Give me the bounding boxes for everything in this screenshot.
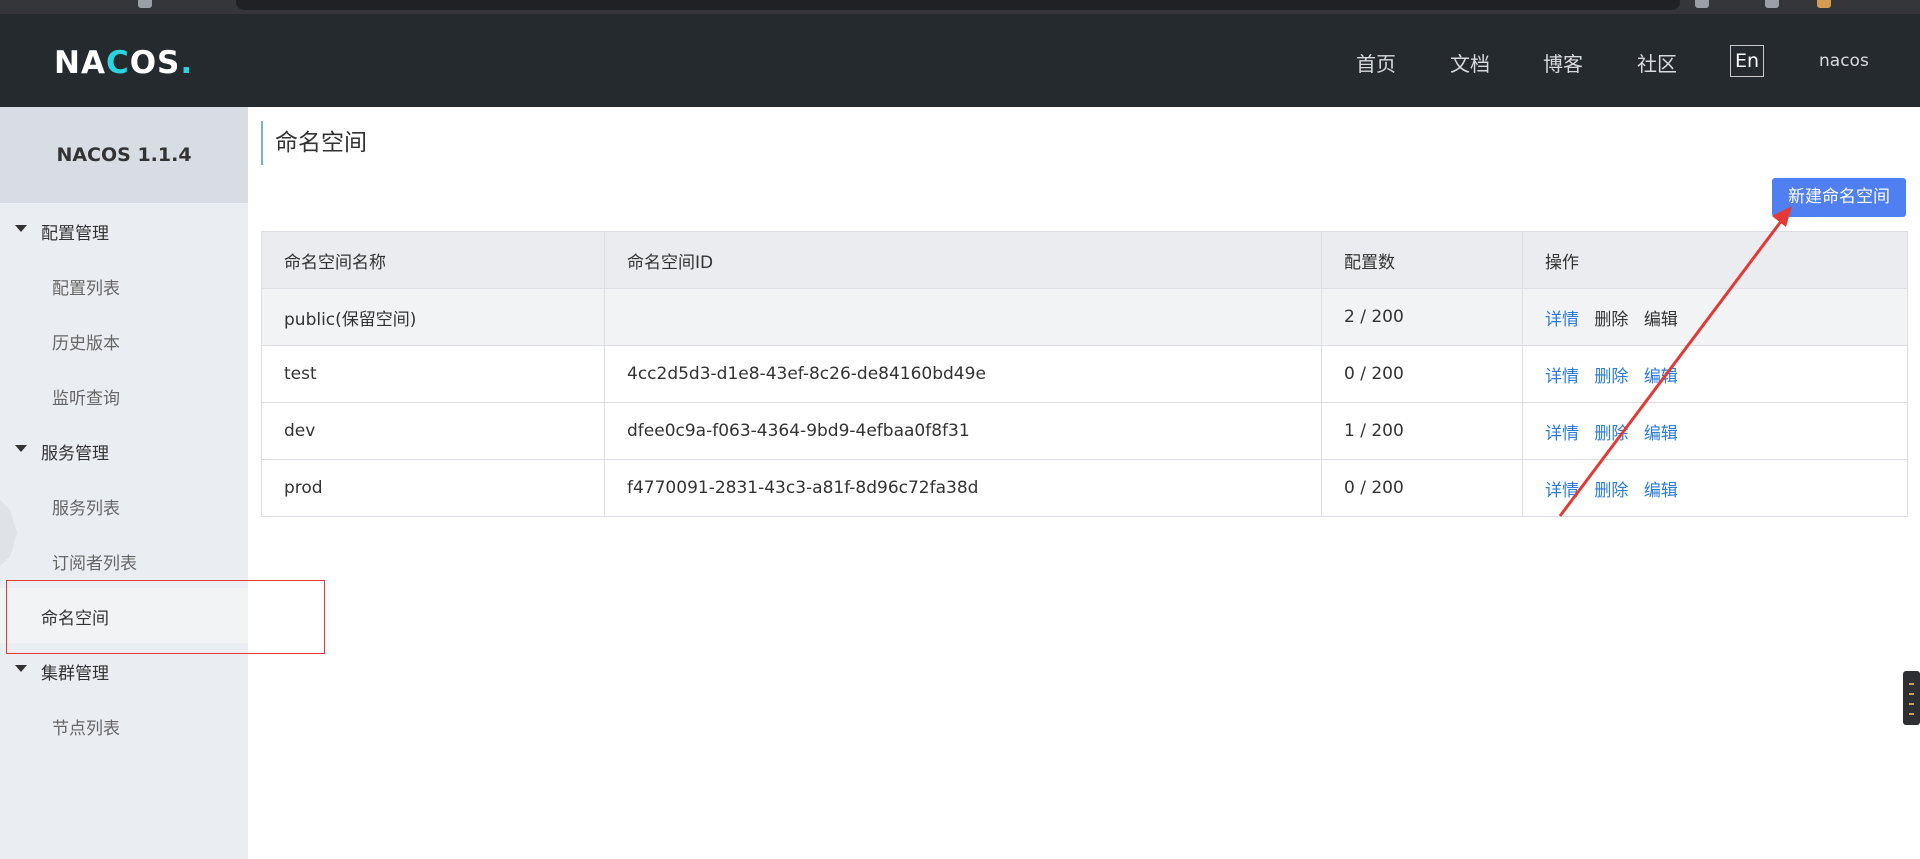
config-count: 0 / 200	[1321, 345, 1523, 403]
logo-text-part3: OS	[129, 45, 181, 81]
sidebar-item-label: 服务列表	[52, 499, 120, 519]
table-header-row: 命名空间名称 命名空间ID 配置数 操作	[261, 231, 1908, 289]
caret-down-icon	[15, 225, 27, 232]
sidebar-item-label: 订阅者列表	[52, 554, 137, 574]
namespace-id	[604, 288, 1322, 346]
nav-home[interactable]: 首页	[1356, 48, 1396, 77]
column-header-count: 配置数	[1321, 231, 1523, 289]
config-count: 0 / 200	[1321, 459, 1523, 517]
sidebar-item-history[interactable]: 历史版本	[0, 313, 248, 368]
namespace-name: dev	[261, 402, 605, 460]
namespace-name: test	[261, 345, 605, 403]
sidebar-item-config-list[interactable]: 配置列表	[0, 258, 248, 313]
column-header-name: 命名空间名称	[261, 231, 605, 289]
logo-dot: .	[180, 45, 194, 81]
column-header-actions: 操作	[1522, 231, 1908, 289]
sidebar-group-service[interactable]: 服务管理	[0, 423, 248, 478]
sidebar: NACOS 1.1.4 配置管理 配置列表 历史版本 监听查询 服务管理 服务列…	[0, 107, 248, 859]
nav-docs[interactable]: 文档	[1450, 48, 1490, 77]
config-count: 2 / 200	[1321, 288, 1523, 346]
edit-link: 编辑	[1643, 309, 1678, 330]
table-row: prod f4770091-2831-43c3-a81f-8d96c72fa38…	[261, 459, 1908, 517]
sidebar-item-label: 配置列表	[52, 279, 120, 299]
annotation-highlight-box	[6, 580, 325, 654]
sidebar-group-label: 配置管理	[41, 224, 109, 244]
row-actions: 详情 删除 编辑	[1522, 345, 1908, 403]
edit-link[interactable]: 编辑	[1644, 481, 1678, 501]
nav-community[interactable]: 社区	[1637, 48, 1677, 77]
sidebar-group-label: 服务管理	[41, 444, 109, 464]
logo-text-part1: NA	[54, 45, 106, 81]
nav-blog[interactable]: 博客	[1543, 48, 1583, 77]
namespace-id: 4cc2d5d3-d1e8-43ef-8c26-de84160bd49e	[604, 345, 1322, 403]
table-row: dev dfee0c9a-f063-4364-9bd9-4efbaa0f8f31…	[261, 402, 1908, 460]
nacos-logo[interactable]: NACOS.	[54, 45, 193, 81]
sidebar-group-label: 集群管理	[41, 664, 109, 684]
browser-extension-icon[interactable]	[1765, 0, 1779, 8]
edit-link[interactable]: 编辑	[1644, 424, 1678, 444]
column-header-id: 命名空间ID	[604, 231, 1322, 289]
scroll-widget[interactable]	[1903, 671, 1920, 725]
delete-link[interactable]: 删除	[1594, 481, 1628, 501]
sidebar-item-listener-query[interactable]: 监听查询	[0, 368, 248, 423]
namespace-name: public(保留空间)	[261, 288, 605, 346]
logo-text-part2: C	[105, 45, 130, 81]
create-namespace-button[interactable]: 新建命名空间	[1772, 178, 1906, 217]
user-name[interactable]: nacos	[1819, 51, 1869, 71]
browser-button-icon[interactable]	[138, 0, 152, 8]
delete-link[interactable]: 删除	[1594, 424, 1628, 444]
row-actions: 详情 删除 编辑	[1522, 288, 1908, 346]
details-link[interactable]: 详情	[1545, 367, 1579, 387]
namespace-table: 命名空间名称 命名空间ID 配置数 操作 public(保留空间) 2 / 20…	[261, 231, 1908, 517]
config-count: 1 / 200	[1321, 402, 1523, 460]
sidebar-item-label: 监听查询	[52, 389, 120, 409]
edit-link[interactable]: 编辑	[1644, 367, 1678, 387]
sidebar-item-label: 历史版本	[52, 334, 120, 354]
row-actions: 详情 删除 编辑	[1522, 459, 1908, 517]
delete-link: 删除	[1594, 309, 1629, 330]
sidebar-item-service-list[interactable]: 服务列表	[0, 478, 248, 533]
sidebar-group-config[interactable]: 配置管理	[0, 203, 248, 258]
sidebar-item-label: 节点列表	[52, 719, 120, 739]
browser-address-bar[interactable]	[236, 0, 1680, 10]
row-actions: 详情 删除 编辑	[1522, 402, 1908, 460]
browser-profile-icon[interactable]	[1817, 0, 1831, 8]
language-toggle-button[interactable]: En	[1730, 45, 1764, 77]
table-row: public(保留空间) 2 / 200 详情 删除 编辑	[261, 288, 1908, 346]
top-header: NACOS. 首页 文档 博客 社区 En nacos	[0, 14, 1920, 107]
details-link[interactable]: 详情	[1545, 481, 1579, 501]
details-link[interactable]: 详情	[1545, 310, 1579, 330]
delete-link[interactable]: 删除	[1594, 367, 1628, 387]
browser-tab-strip	[0, 0, 1920, 14]
namespace-id: f4770091-2831-43c3-a81f-8d96c72fa38d	[604, 459, 1322, 517]
sidebar-item-node-list[interactable]: 节点列表	[0, 698, 248, 753]
caret-down-icon	[15, 665, 27, 672]
caret-down-icon	[15, 445, 27, 452]
table-row: test 4cc2d5d3-d1e8-43ef-8c26-de84160bd49…	[261, 345, 1908, 403]
namespace-name: prod	[261, 459, 605, 517]
details-link[interactable]: 详情	[1545, 424, 1579, 444]
browser-extension-icon[interactable]	[1695, 0, 1709, 8]
page-title: 命名空间	[261, 121, 367, 165]
sidebar-title: NACOS 1.1.4	[0, 107, 248, 203]
namespace-id: dfee0c9a-f063-4364-9bd9-4efbaa0f8f31	[604, 402, 1322, 460]
